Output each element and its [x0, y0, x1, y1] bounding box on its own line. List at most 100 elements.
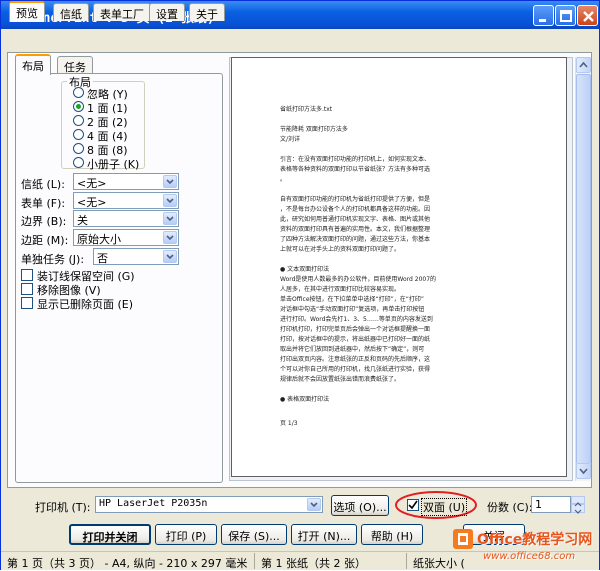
- close-window-button[interactable]: [577, 5, 598, 26]
- page-line: 取出并将它们放回到进纸器中，然后按下“确定”，则可: [280, 346, 425, 353]
- border-label: 边界 (B):: [21, 215, 67, 228]
- page-line: 个可以对你自己所用的打印机，找几张纸进行实验，获得: [280, 366, 431, 373]
- radio-2-up[interactable]: [73, 115, 84, 126]
- page-line: ● 文本双面打印法: [280, 266, 330, 273]
- duplex-label: 双面 (U): [421, 498, 468, 516]
- page-line: 节能降耗 双面打印方法多: [280, 126, 348, 133]
- help-button[interactable]: 帮助 (H): [361, 524, 423, 545]
- close-icon: [583, 11, 594, 22]
- page-line: 打印机打印，打印完单页后会弹出一个对话框提醒换一面: [280, 326, 431, 333]
- gutter-checkbox[interactable]: [21, 269, 33, 281]
- printer-label: 打印机 (T):: [35, 501, 91, 514]
- save-button[interactable]: 保存 (S)...: [221, 524, 287, 545]
- page-line: 。: [280, 176, 287, 183]
- chevron-down-icon: [307, 498, 321, 511]
- spin-up-button[interactable]: [571, 496, 585, 507]
- page-line: 规律后就不会因放置纸张出错而浪费纸张了。: [280, 376, 401, 383]
- scroll-up-button[interactable]: [576, 57, 591, 73]
- title-bar[interactable]: FinePrint : 3 页 (2 张纸): [1, 1, 599, 29]
- margin-select[interactable]: 原始大小: [73, 229, 179, 246]
- border-value: 关: [77, 214, 88, 227]
- page-line: 了四种方法解决双面打印的问题，通过这些方法，你基本: [280, 236, 431, 243]
- radio-1-up[interactable]: [73, 101, 84, 112]
- form-value: <无>: [77, 196, 107, 209]
- radio-ignore[interactable]: [73, 87, 84, 98]
- subtab-layout[interactable]: 布局: [15, 54, 51, 75]
- preview-page[interactable]: 省纸打印方法多.txt 节能降耗 双面打印方法多 文/刘详 引言：在没有双面打印…: [231, 57, 567, 477]
- page-line: ● 表格双面打印法: [280, 396, 330, 403]
- watermark-brand: Office教程学习网: [477, 532, 593, 548]
- page-line: ，不是每台办公设备个人的打印机都具备这样的功能。因: [280, 206, 431, 213]
- site-watermark: Office教程学习网 www.office68.com: [449, 523, 599, 571]
- status-page-info: 第 1 页（共 3 页） - A4, 纵向 - 210 x 297 毫米: [3, 553, 255, 569]
- page-line: 引言：在没有双面打印功能的打印机上，如何实现文本、: [280, 156, 431, 163]
- printer-value: HP LaserJet P2035n: [99, 498, 208, 509]
- options-button[interactable]: 选项 (O)...: [331, 495, 389, 516]
- page-number: 页 1/3: [280, 420, 298, 427]
- separate-job-value: 否: [97, 252, 108, 265]
- chevron-down-icon: [163, 231, 177, 244]
- chevron-down-icon: [163, 212, 177, 225]
- copies-input[interactable]: 1: [531, 496, 571, 513]
- border-select[interactable]: 关: [73, 210, 179, 227]
- copies-spinner[interactable]: [571, 496, 585, 514]
- page-line: 省纸打印方法多.txt: [280, 106, 333, 113]
- remove-images-checkbox[interactable]: [21, 283, 33, 295]
- radio-8-up[interactable]: [73, 143, 84, 154]
- show-deleted-checkbox[interactable]: [21, 297, 33, 309]
- chevron-down-icon: [579, 468, 588, 475]
- preview-scrollbar[interactable]: [575, 57, 591, 481]
- fineprint-window: FinePrint : 3 页 (2 张纸) 预览 信纸 表单工厂 设置 关于 …: [0, 0, 600, 570]
- radio-booklet-label: 小册子 (K): [87, 158, 140, 171]
- tab-stationery[interactable]: 信纸: [53, 3, 89, 21]
- page-line: 打印，按对话框中的提示，将出纸器中已打印好一面的纸: [280, 336, 431, 343]
- scroll-thumb[interactable]: [576, 74, 591, 464]
- tab-about[interactable]: 关于: [189, 3, 225, 21]
- page-line: 自有双面打印功能的打印机为省纸打印提供了方便，但是: [280, 196, 431, 203]
- checkmark-icon: [408, 500, 418, 510]
- watermark-url: www.office68.com: [483, 551, 576, 562]
- page-line: 人居多，在其中进行双面打印比较容易实现。: [280, 286, 401, 293]
- printer-select[interactable]: HP LaserJet P2035n: [95, 496, 323, 513]
- page-line: 资料的双面打印具有普遍的实用性。本文，我们根据整理: [280, 226, 431, 233]
- radio-4-up[interactable]: [73, 129, 84, 140]
- page-line: 表格等各种资料的双面打印以节省纸张？方法有多种可选: [280, 166, 431, 173]
- duplex-checkbox[interactable]: [407, 499, 419, 511]
- page-line: 打印出双页内容。注意纸张的正反和页码的先后顺序，这: [280, 356, 431, 363]
- tab-settings[interactable]: 设置: [149, 3, 185, 21]
- chevron-down-icon: [574, 509, 582, 514]
- page-line: Word是使用人数最多的办公软件，目前使用Word 2007的: [280, 276, 437, 283]
- subtab-tasks[interactable]: 任务: [57, 56, 93, 74]
- margin-label: 边距 (M):: [21, 234, 69, 247]
- minimize-button[interactable]: [533, 5, 554, 26]
- page-line: 单击Office按钮，在下拉菜单中选择“打印”，在“打印”: [280, 296, 424, 303]
- separate-job-select[interactable]: 否: [93, 248, 179, 265]
- form-select[interactable]: <无>: [73, 192, 179, 209]
- margin-value: 原始大小: [77, 233, 121, 246]
- stationery-select[interactable]: <无>: [73, 173, 179, 190]
- open-button[interactable]: 打开 (N)...: [291, 524, 357, 545]
- status-sheet-info: 第 1 张纸（共 2 张）: [257, 553, 407, 569]
- office-logo-icon: [453, 529, 473, 549]
- maximize-button[interactable]: [555, 5, 576, 26]
- spin-down-button[interactable]: [571, 504, 585, 514]
- print-button[interactable]: 打印 (P): [155, 524, 217, 545]
- show-deleted-checkbox-label: 显示已删除页面 (E): [37, 298, 134, 311]
- minimize-icon: [539, 19, 546, 22]
- page-line: 文/刘详: [280, 136, 301, 143]
- maximize-icon: [560, 10, 572, 22]
- page-line: 进行打印。Word会先打1、3、5……等单页的内容发送到: [280, 316, 433, 323]
- chevron-down-icon: [163, 194, 177, 207]
- page-line: 此，研究如何用普通打印机实现文字、表格、图片或其他: [280, 216, 431, 223]
- chevron-down-icon: [163, 250, 177, 263]
- stationery-value: <无>: [77, 177, 107, 190]
- print-and-close-button[interactable]: 打印并关闭: [69, 524, 151, 545]
- tab-form-factory[interactable]: 表单工厂: [93, 3, 151, 21]
- copies-label: 份数 (C):: [487, 501, 533, 514]
- scroll-down-button[interactable]: [576, 463, 591, 479]
- form-label: 表单 (F):: [21, 197, 66, 210]
- tab-preview[interactable]: 预览: [9, 1, 45, 22]
- stationery-label: 信纸 (L):: [21, 178, 65, 191]
- radio-booklet[interactable]: [73, 157, 84, 168]
- page-line: 对话框中勾选“手动双面打印”复选项，再单击打印按钮: [280, 306, 425, 313]
